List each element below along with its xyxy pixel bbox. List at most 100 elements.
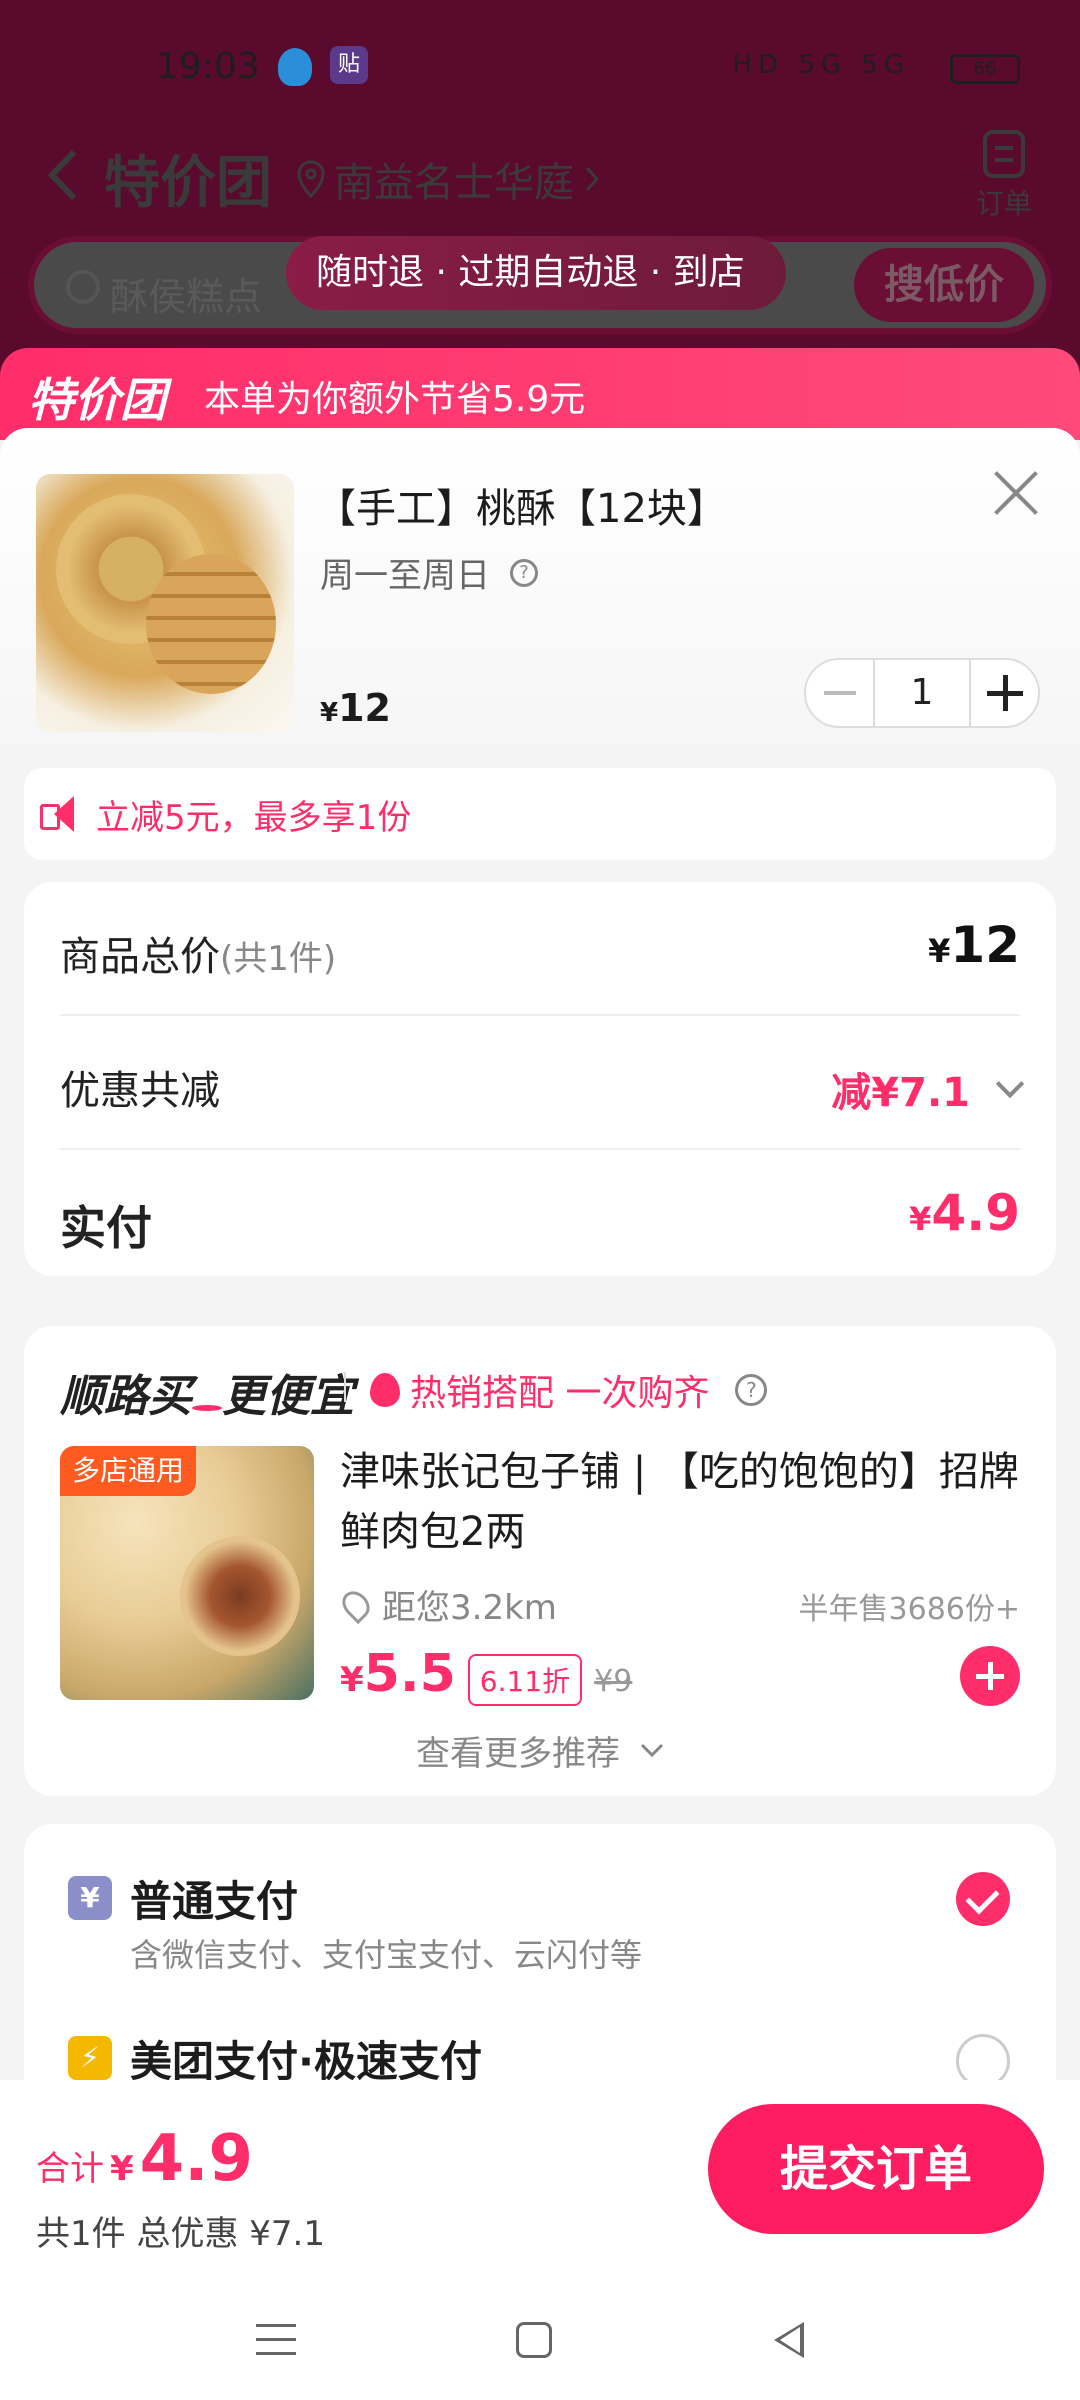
product-schedule: 周一至周日 ? bbox=[320, 548, 538, 597]
subtotal-value: ¥12 bbox=[928, 916, 1020, 974]
total-summary: 共1件 总优惠 ¥7.1 bbox=[36, 2214, 325, 2254]
subtotal-label-text: 商品总价 bbox=[60, 934, 220, 980]
orders-label: 订单 bbox=[975, 187, 1032, 220]
product-price-value: 12 bbox=[338, 686, 391, 730]
search-icon bbox=[66, 270, 100, 304]
subtotal-row: 商品总价(共1件) ¥12 bbox=[60, 882, 1020, 1016]
payable-value: ¥4.9 bbox=[909, 1184, 1020, 1242]
recommended-product-name[interactable]: 津味张记包子铺 | 【吃的饱饱的】招牌鲜肉包2两 bbox=[340, 1442, 1030, 1562]
add-to-cart-button[interactable] bbox=[960, 1646, 1020, 1706]
quantity-value[interactable]: 1 bbox=[872, 660, 972, 726]
payable-amount: 4.9 bbox=[931, 1184, 1020, 1242]
savings-banner: 特价团 本单为你额外节省5.9元 bbox=[0, 348, 1080, 440]
promo-notice: 立减5元，最多享1份 bbox=[24, 768, 1056, 860]
location-selector[interactable]: 南益名士华庭 bbox=[296, 150, 602, 208]
title-part-2: 更便宜 bbox=[222, 1371, 354, 1422]
price-summary: 商品总价(共1件) ¥12 优惠共减 减¥7.1 实付 ¥4.9 bbox=[24, 882, 1056, 1276]
discount-value: 减¥7.1 bbox=[831, 1060, 1025, 1118]
selected-check-icon[interactable] bbox=[956, 1872, 1010, 1926]
title-part-1: 顺路买 bbox=[60, 1371, 192, 1422]
top-navigation: 特价团 南益名士华庭 订单 bbox=[0, 130, 1080, 220]
search-input[interactable]: 酥侯糕点 bbox=[110, 266, 262, 321]
currency-symbol: ¥ bbox=[909, 1200, 932, 1238]
current-price: ¥5.5 bbox=[340, 1644, 456, 1704]
total-amount: 4.9 bbox=[139, 2122, 254, 2196]
home-icon[interactable] bbox=[516, 2322, 552, 2358]
recommendation-card: 顺路买 更便宜 热销搭配 一次购齐 ? 多店通用 津味张记包子铺 | 【吃的饱饱的… bbox=[24, 1326, 1056, 1796]
fire-icon bbox=[370, 1373, 400, 1407]
help-icon[interactable]: ? bbox=[735, 1374, 768, 1406]
discount-badge: 6.11折 bbox=[467, 1654, 583, 1706]
distance-text: 距您3.2km bbox=[382, 1588, 557, 1628]
currency-symbol: ¥ bbox=[320, 698, 339, 728]
original-price: ¥9 bbox=[594, 1664, 633, 1699]
smile-curve-icon bbox=[192, 1405, 222, 1411]
back-arrow-icon[interactable] bbox=[40, 140, 90, 210]
menu-icon[interactable] bbox=[256, 2324, 296, 2358]
discount-amount: 减¥7.1 bbox=[831, 1070, 970, 1116]
lightning-icon: ⚡ bbox=[68, 2036, 112, 2080]
brand-logo: 特价团 bbox=[28, 373, 166, 427]
signal-indicators: HD 5G 5G bbox=[732, 50, 910, 80]
orders-button[interactable]: 订单 bbox=[964, 130, 1044, 222]
sales-count: 半年售3686份+ bbox=[798, 1592, 1020, 1627]
app-badge-icon: 贴 bbox=[330, 46, 368, 84]
chevron-down-icon bbox=[995, 1069, 1025, 1099]
recommended-price: ¥5.5 6.11折 ¥9 bbox=[340, 1644, 632, 1706]
location-pin-icon bbox=[297, 160, 325, 198]
order-list-icon bbox=[983, 130, 1025, 178]
status-time: 19:03 bbox=[156, 46, 260, 87]
back-icon[interactable] bbox=[774, 2322, 804, 2358]
close-icon[interactable] bbox=[990, 468, 1040, 518]
speaker-icon bbox=[40, 796, 80, 832]
distance: 距您3.2km bbox=[336, 1580, 557, 1629]
total-label: 合计 bbox=[36, 2149, 104, 2189]
checkout-bar: 合计 ¥ 4.9 共1件 总优惠 ¥7.1 提交订单 bbox=[0, 2080, 1080, 2400]
page-title: 特价团 bbox=[104, 151, 272, 216]
submit-order-button[interactable]: 提交订单 bbox=[708, 2104, 1044, 2234]
product-price: ¥12 bbox=[320, 686, 391, 730]
currency-symbol: ¥ bbox=[110, 2149, 134, 2189]
product-image bbox=[36, 474, 294, 732]
see-more-button[interactable]: 查看更多推荐 bbox=[24, 1726, 1056, 1775]
decrease-button[interactable] bbox=[806, 660, 873, 726]
hot-combo-text: 热销搭配 一次购齐 bbox=[410, 1373, 710, 1414]
product-name: 【手工】桃酥【12块】 bbox=[316, 486, 727, 532]
multi-store-badge: 多店通用 bbox=[60, 1446, 196, 1496]
status-bar: 19:03 贴 HD 5G 5G 66 bbox=[0, 40, 1080, 100]
refund-tip-banner: 随时退 · 过期自动退 · 到店 bbox=[286, 236, 786, 310]
discount-row[interactable]: 优惠共减 减¥7.1 bbox=[60, 1016, 1025, 1150]
item-count: (共1件) bbox=[220, 939, 337, 979]
total: 合计 ¥ 4.9 bbox=[36, 2122, 253, 2196]
discount-label: 优惠共减 bbox=[60, 1068, 220, 1114]
quantity-stepper: 1 bbox=[804, 658, 1040, 728]
schedule-text: 周一至周日 bbox=[320, 556, 490, 596]
payable-label: 实付 bbox=[60, 1201, 152, 1255]
savings-note: 本单为你额外节省5.9元 bbox=[204, 379, 586, 420]
search-button[interactable]: 搜低价 bbox=[854, 248, 1034, 322]
current-price-value: 5.5 bbox=[363, 1644, 456, 1704]
subtotal-amount: 12 bbox=[950, 916, 1020, 974]
payment-name: 普通支付 bbox=[130, 1877, 299, 1926]
promo-text: 立减5元，最多享1份 bbox=[96, 797, 412, 838]
yuan-icon: ¥ bbox=[68, 1876, 112, 1920]
recommendation-title: 顺路买 更便宜 bbox=[60, 1360, 354, 1424]
currency-symbol: ¥ bbox=[928, 932, 951, 970]
battery-icon: 66 bbox=[950, 54, 1020, 84]
see-more-label: 查看更多推荐 bbox=[416, 1734, 620, 1774]
currency-symbol: ¥ bbox=[340, 1660, 364, 1700]
divider bbox=[344, 1372, 346, 1402]
payable-row: 实付 ¥4.9 bbox=[60, 1150, 1020, 1284]
chevron-down-icon bbox=[640, 1743, 664, 1757]
hot-combo-label: 热销搭配 一次购齐 ? bbox=[370, 1364, 768, 1416]
help-icon[interactable]: ? bbox=[510, 558, 538, 587]
payment-description: 含微信支付、支付宝支付、云闪付等 bbox=[130, 1936, 643, 1974]
location-label: 南益名士华庭 bbox=[334, 160, 574, 206]
subtotal-label: 商品总价(共1件) bbox=[60, 924, 336, 982]
product-card: 【手工】桃酥【12块】 周一至周日 ? ¥12 1 bbox=[0, 428, 1080, 744]
increase-button[interactable] bbox=[971, 660, 1038, 726]
qq-icon bbox=[278, 48, 312, 86]
chevron-right-icon bbox=[585, 166, 600, 192]
location-pin-icon bbox=[336, 1585, 376, 1624]
system-navigation-bar bbox=[0, 2316, 1080, 2376]
